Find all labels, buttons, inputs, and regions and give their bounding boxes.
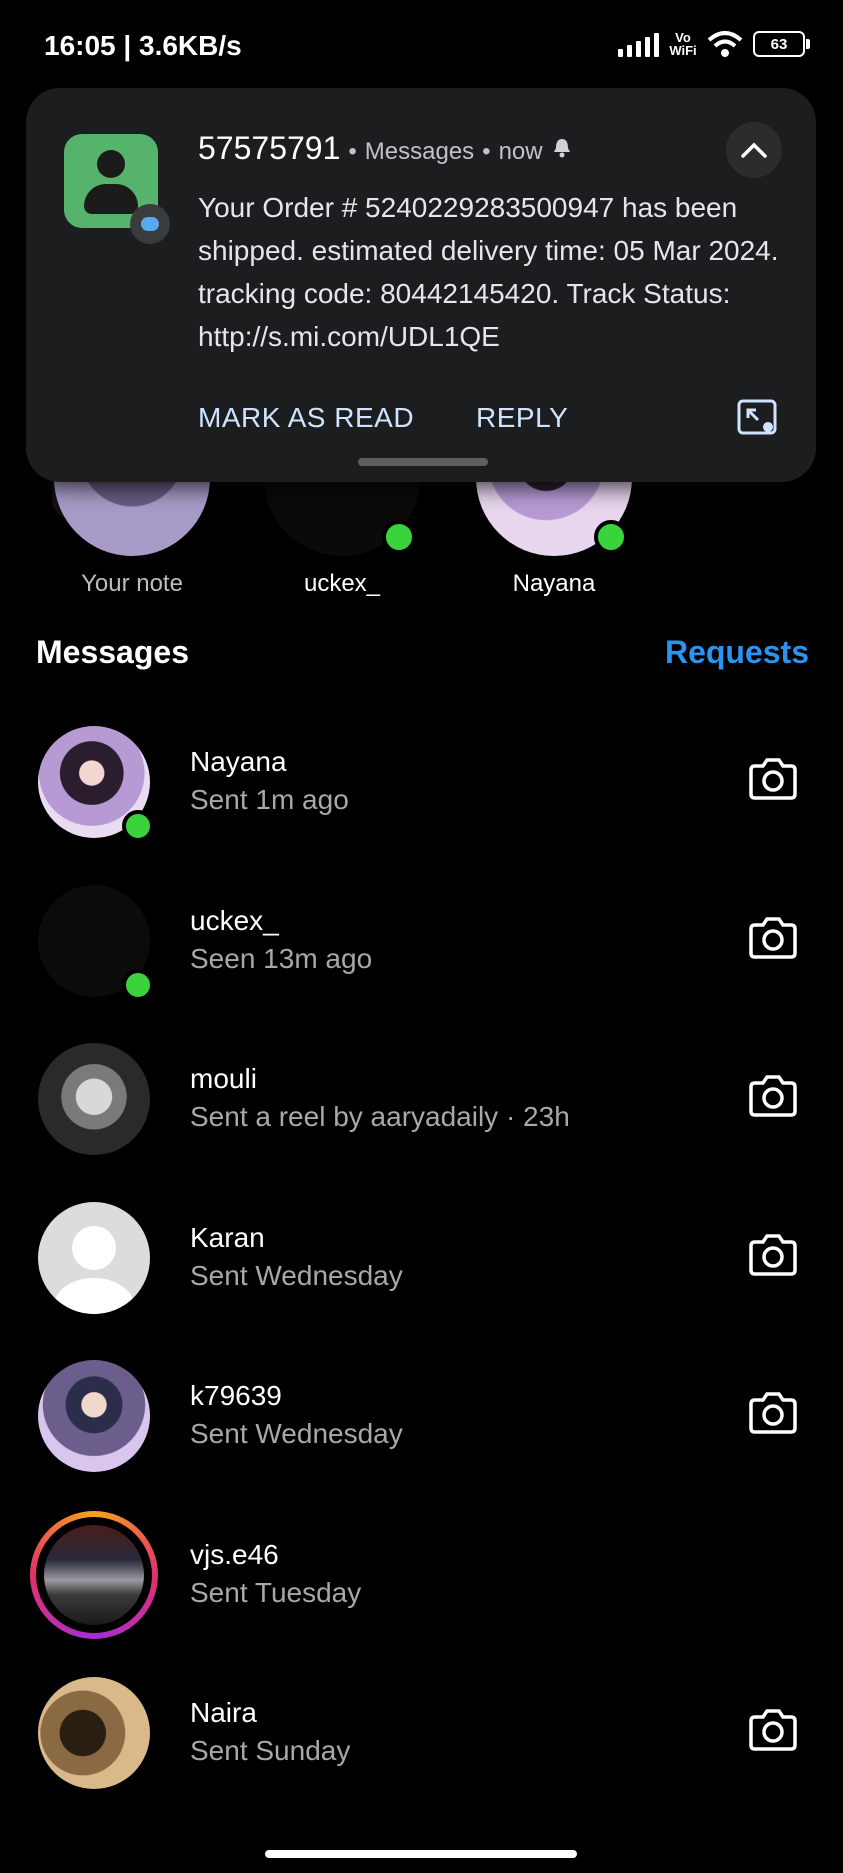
- notification-header: 57575791 • Messages • now: [198, 130, 573, 167]
- conversation-list: Nayana Sent 1m ago uckex_ Seen 13m ago m…: [0, 712, 843, 1822]
- online-indicator: [594, 520, 628, 554]
- conversation-status: Sent 1m ago: [190, 784, 349, 815]
- conversation-name: vjs.e46: [190, 1538, 279, 1570]
- messages-section-title: Messages: [36, 634, 189, 670]
- status-bar: 16:05 | 3.6KB/s Vo WiFi 63: [0, 0, 843, 92]
- avatar: [38, 1043, 150, 1155]
- conversation-name: Naira: [190, 1697, 257, 1728]
- conversation-name: k79639: [190, 1380, 282, 1411]
- note-label: Nayana: [512, 570, 596, 597]
- drag-handle[interactable]: [358, 458, 488, 466]
- notification-body: Your Order # 5240229283500947 has been s…: [198, 192, 779, 352]
- requests-link[interactable]: Requests: [665, 634, 809, 671]
- home-indicator[interactable]: [265, 1850, 577, 1858]
- notification-sender: 57575791: [198, 130, 341, 166]
- status-time-speed: 16:05 | 3.6KB/s: [44, 30, 242, 61]
- collapse-button[interactable]: [726, 122, 782, 178]
- notification-app: Messages: [364, 138, 475, 165]
- conversation-row-vjs-e46[interactable]: vjs.e46 Sent Tuesday: [0, 1505, 843, 1664]
- bell-icon: [553, 139, 570, 158]
- camera-icon[interactable]: [747, 756, 799, 802]
- conversation-row-karan[interactable]: Karan Sent Wednesday: [0, 1188, 843, 1347]
- conversation-name: mouli: [190, 1063, 257, 1094]
- vowifi-icon: Vo WiFi: [669, 30, 697, 58]
- battery-icon: 63: [753, 31, 810, 57]
- camera-icon[interactable]: [747, 915, 799, 961]
- conversation-status: Sent Wednesday: [190, 1259, 403, 1291]
- conversation-status: Sent Tuesday: [190, 1576, 362, 1608]
- avatar: [38, 1201, 150, 1314]
- default-avatar-icon: [54, 1225, 134, 1314]
- conversation-status: Sent Sunday: [190, 1735, 351, 1766]
- sms-notification[interactable]: 57575791 • Messages • now Your Order # 5…: [26, 88, 816, 482]
- mark-as-read-button[interactable]: MARK AS READ: [198, 402, 414, 434]
- signal-icon: [618, 31, 659, 57]
- conversation-name: Nayana: [190, 746, 287, 777]
- chevron-up-icon: [741, 142, 767, 158]
- conversation-status: Seen 13m ago: [190, 942, 373, 974]
- online-indicator: [382, 520, 416, 554]
- conversation-row-naira[interactable]: Naira Sent Sunday: [0, 1663, 843, 1822]
- picture-in-picture-icon[interactable]: [736, 398, 780, 438]
- conversation-row-k79639[interactable]: k79639 Sent Wednesday: [0, 1346, 843, 1505]
- avatar: [38, 1677, 150, 1789]
- conversation-status: Sent a reel by aaryadaily · 23h: [190, 1101, 570, 1132]
- messages-app-icon: [130, 204, 170, 244]
- conversation-status: Sent Wednesday: [190, 1418, 403, 1449]
- notification-time: now: [498, 138, 543, 165]
- camera-icon[interactable]: [747, 1390, 799, 1436]
- online-indicator: [122, 810, 154, 842]
- note-label: Your note: [81, 570, 183, 597]
- conversation-row-uckex[interactable]: uckex_ Seen 13m ago: [0, 871, 843, 1030]
- conversation-row-nayana[interactable]: Nayana Sent 1m ago: [0, 712, 843, 871]
- reply-button[interactable]: REPLY: [476, 402, 568, 434]
- online-indicator: [122, 968, 154, 1001]
- conversation-name: Karan: [190, 1221, 265, 1253]
- avatar: [38, 1360, 150, 1472]
- note-label: uckex_: [303, 570, 381, 597]
- avatar: [44, 1524, 144, 1625]
- camera-icon[interactable]: [747, 1073, 799, 1119]
- camera-icon[interactable]: [747, 1232, 799, 1278]
- conversation-row-mouli[interactable]: mouli Sent a reel by aaryadaily · 23h: [0, 1029, 843, 1188]
- wifi-icon: [707, 31, 743, 57]
- camera-icon[interactable]: [747, 1707, 799, 1753]
- conversation-name: uckex_: [190, 904, 279, 936]
- status-icons: Vo WiFi 63: [618, 30, 810, 58]
